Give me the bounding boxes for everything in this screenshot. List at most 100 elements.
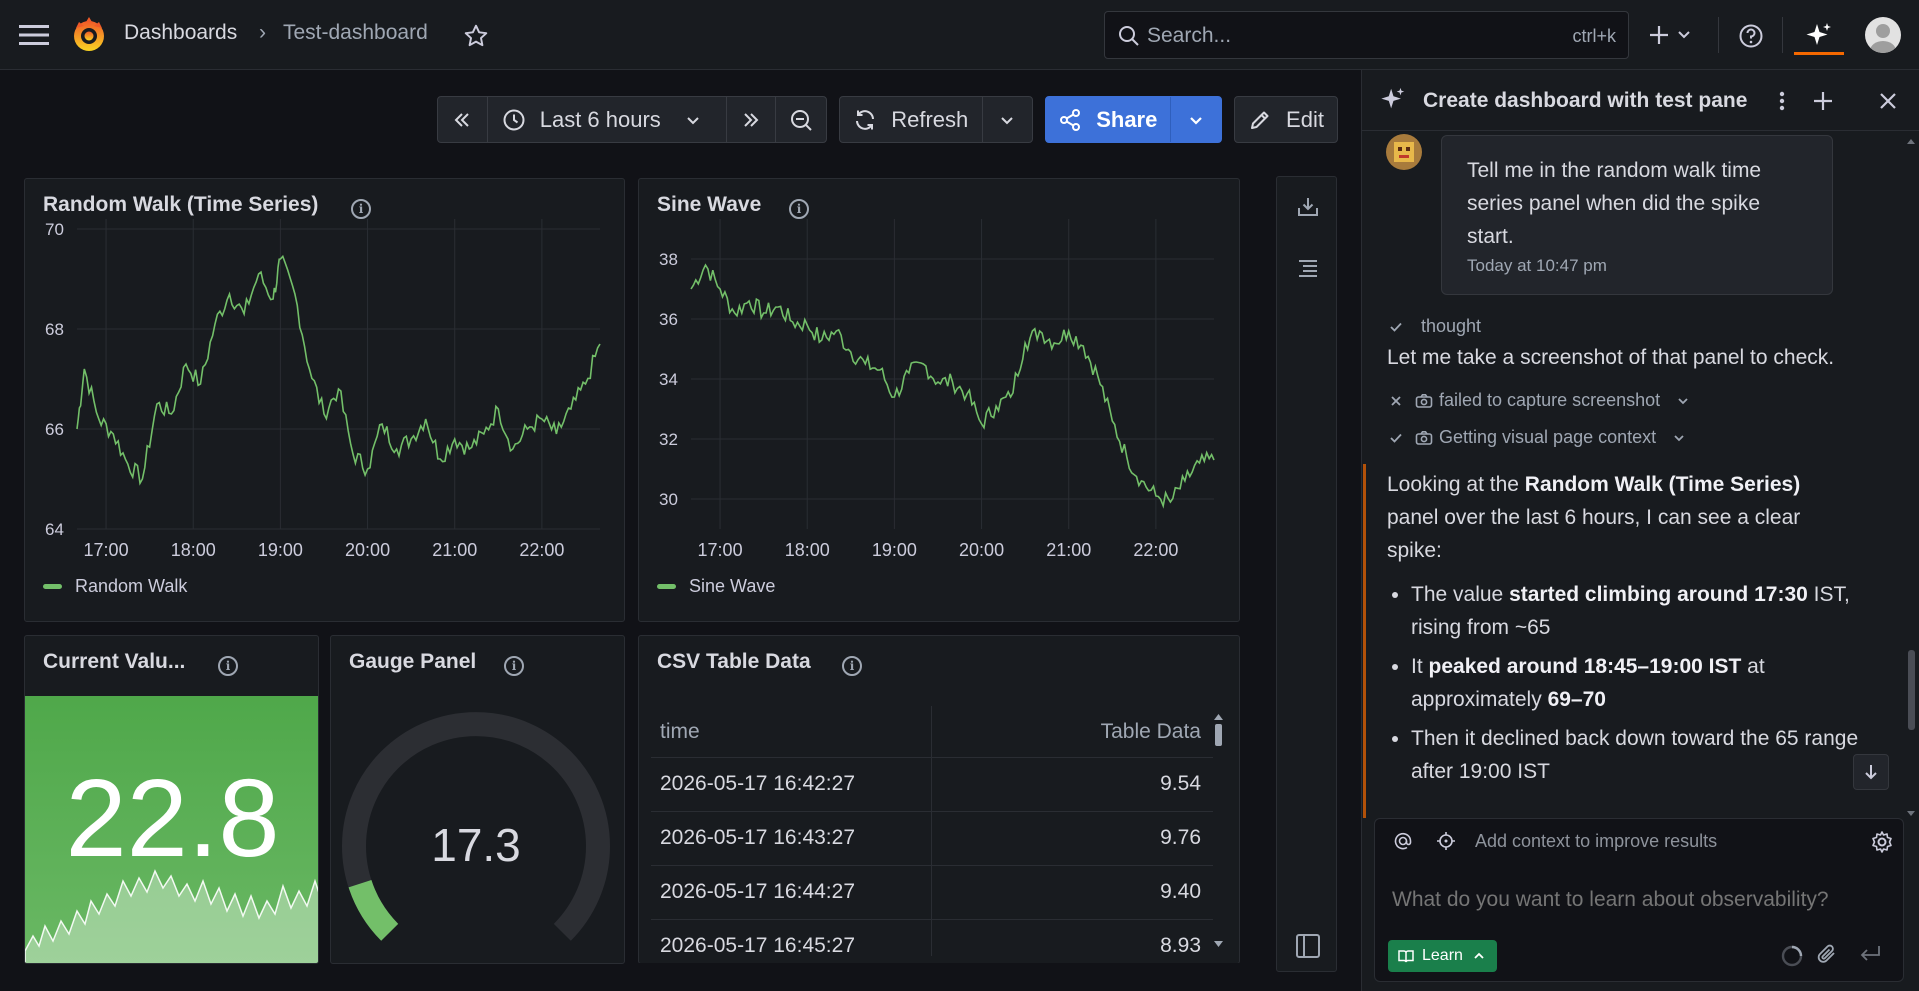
gauge-panel[interactable]: Gauge Panel i 17.3	[330, 635, 625, 964]
refresh-button[interactable]: Refresh	[840, 97, 983, 142]
table-row[interactable]: 2026-05-17 16:44:27 9.40	[651, 865, 1213, 919]
divider	[1362, 130, 1919, 131]
assistant-sparkle-icon	[1379, 86, 1407, 119]
table-cell-time: 2026-05-17 16:45:27	[660, 934, 855, 957]
refresh-icon	[856, 109, 875, 130]
user-message-bubble: Tell me in the random walk time series p…	[1441, 135, 1833, 295]
breadcrumb-dashboards[interactable]: Dashboards	[124, 21, 237, 45]
table-row[interactable]: 2026-05-17 16:43:27 9.76	[651, 811, 1213, 865]
close-icon[interactable]	[1878, 91, 1898, 116]
current-value-panel[interactable]: Current Valu... i 22.8	[24, 635, 319, 964]
legend-label: Random Walk	[75, 576, 188, 596]
search-placeholder: Search...	[1147, 24, 1232, 47]
learn-mode-button[interactable]: Learn	[1388, 940, 1497, 972]
series-line[interactable]	[690, 263, 1215, 509]
time-range-picker[interactable]: Last 6 hours	[488, 97, 727, 142]
share-group: Share	[1045, 96, 1222, 143]
bullet-text: Then it declined back down toward the 65…	[1411, 727, 1859, 783]
time-shift-forward-button[interactable]	[727, 97, 777, 142]
x-tick-label: 19:00	[872, 540, 917, 560]
scroll-to-bottom-button[interactable]	[1853, 754, 1889, 790]
answer-bold-text: Random Walk (Time Series)	[1524, 473, 1801, 496]
chevron-down-icon	[687, 116, 699, 124]
x-tick-label: 17:00	[698, 540, 743, 560]
table-cell-value: 9.40	[1160, 880, 1201, 903]
column-header-value[interactable]: Table Data	[1000, 720, 1201, 744]
divider	[1782, 17, 1783, 53]
time-shift-back-button[interactable]	[438, 97, 488, 142]
info-icon[interactable]: i	[218, 656, 238, 676]
attachment-icon[interactable]	[1815, 942, 1839, 971]
legend-item[interactable]: Sine Wave	[657, 576, 775, 597]
step-label: thought	[1421, 316, 1482, 336]
help-icon[interactable]	[1736, 21, 1766, 51]
edit-button[interactable]: Edit	[1234, 96, 1338, 143]
random-walk-chart: 70 68 66 64 17:00 18:00 19:00 20:00 21:00 22:00	[45, 219, 601, 560]
loading-spinner-icon	[1780, 944, 1804, 973]
scroll-up-arrow[interactable]	[1906, 132, 1916, 150]
outline-list-icon[interactable]	[1296, 255, 1320, 284]
menu-icon[interactable]	[14, 18, 54, 52]
step-visual-context[interactable]: Getting visual page context	[1389, 427, 1686, 448]
search-input[interactable]: Search... ctrl+k	[1104, 11, 1629, 59]
clock-icon	[503, 109, 525, 130]
share-button[interactable]: Share	[1046, 97, 1171, 142]
add-new-button[interactable]	[1646, 20, 1696, 50]
assistant-sparkle-button[interactable]	[1794, 16, 1844, 56]
camera-icon	[1415, 393, 1433, 408]
zoom-out-button[interactable]	[776, 97, 826, 142]
active-indicator	[1794, 52, 1844, 55]
download-icon[interactable]	[1296, 195, 1320, 224]
y-tick-label: 36	[659, 310, 678, 329]
answer-bullet: The value started climbing around 17:30 …	[1411, 578, 1871, 644]
learn-label: Learn	[1422, 947, 1463, 964]
star-icon[interactable]	[462, 22, 490, 50]
bullet-text: It	[1411, 655, 1429, 678]
column-header-time[interactable]: time	[660, 720, 700, 744]
mention-icon[interactable]	[1393, 831, 1413, 856]
legend-item[interactable]: Random Walk	[43, 576, 187, 597]
scroll-down-arrow[interactable]	[1906, 805, 1916, 823]
chevron-up-icon	[1474, 952, 1484, 959]
share-dropdown[interactable]	[1171, 97, 1221, 142]
answer-text: panel over the last 6 hours, I can see a…	[1387, 506, 1801, 562]
info-icon[interactable]: i	[842, 656, 862, 676]
step-thought[interactable]: thought	[1389, 316, 1481, 337]
table-row[interactable]: 2026-05-17 16:42:27 9.54	[651, 757, 1213, 811]
table-cell-time: 2026-05-17 16:44:27	[660, 880, 855, 903]
chevron-down-icon	[1001, 116, 1013, 124]
x-tick-label: 21:00	[432, 540, 477, 560]
sine-wave-panel[interactable]: Sine Wave i 38 36 34 32 30 17:00 18:00 19:00 20:…	[638, 178, 1240, 622]
chat-message-input[interactable]	[1392, 882, 1892, 918]
refresh-interval-dropdown[interactable]	[983, 97, 1032, 142]
bullet-bold-text: peaked around 18:45–19:00 IST	[1428, 655, 1742, 678]
sine-wave-chart: 38 36 34 32 30 17:00 18:00 19:00 20:00 21:00 22:00	[659, 219, 1215, 560]
answer-text: Looking at the	[1387, 473, 1525, 496]
send-enter-icon[interactable]	[1858, 943, 1882, 970]
settings-gear-icon[interactable]	[1870, 830, 1894, 859]
step-label: Getting visual page context	[1439, 427, 1657, 447]
table-cell-value: 9.76	[1160, 826, 1201, 849]
series-line[interactable]	[76, 254, 601, 486]
step-failed-screenshot[interactable]: failed to capture screenshot	[1389, 390, 1690, 411]
x-tick-label: 17:00	[84, 540, 129, 560]
new-chat-icon[interactable]	[1810, 88, 1836, 119]
dock-panel-icon[interactable]	[1295, 933, 1321, 964]
grafana-logo-icon[interactable]	[70, 16, 108, 59]
panel-title: CSV Table Data	[657, 650, 811, 673]
y-tick-label: 38	[659, 250, 678, 269]
chevron-down-icon	[1678, 397, 1688, 404]
random-walk-panel[interactable]: Random Walk (Time Series) i 70 68 66 64 17:0…	[24, 178, 625, 622]
target-context-icon[interactable]	[1436, 831, 1456, 856]
x-icon	[1391, 395, 1401, 406]
stat-background: 22.8	[25, 696, 318, 963]
x-tick-label: 22:00	[519, 540, 564, 560]
stat-value: 22.8	[65, 757, 280, 880]
user-avatar[interactable]	[1865, 17, 1901, 53]
x-tick-label: 18:00	[785, 540, 830, 560]
answer-accent-bar	[1363, 464, 1366, 818]
table-scrollbar[interactable]	[1212, 708, 1225, 953]
y-tick-label: 68	[45, 320, 64, 339]
more-options-icon[interactable]	[1770, 88, 1794, 114]
chat-scrollbar-thumb[interactable]	[1908, 650, 1915, 730]
